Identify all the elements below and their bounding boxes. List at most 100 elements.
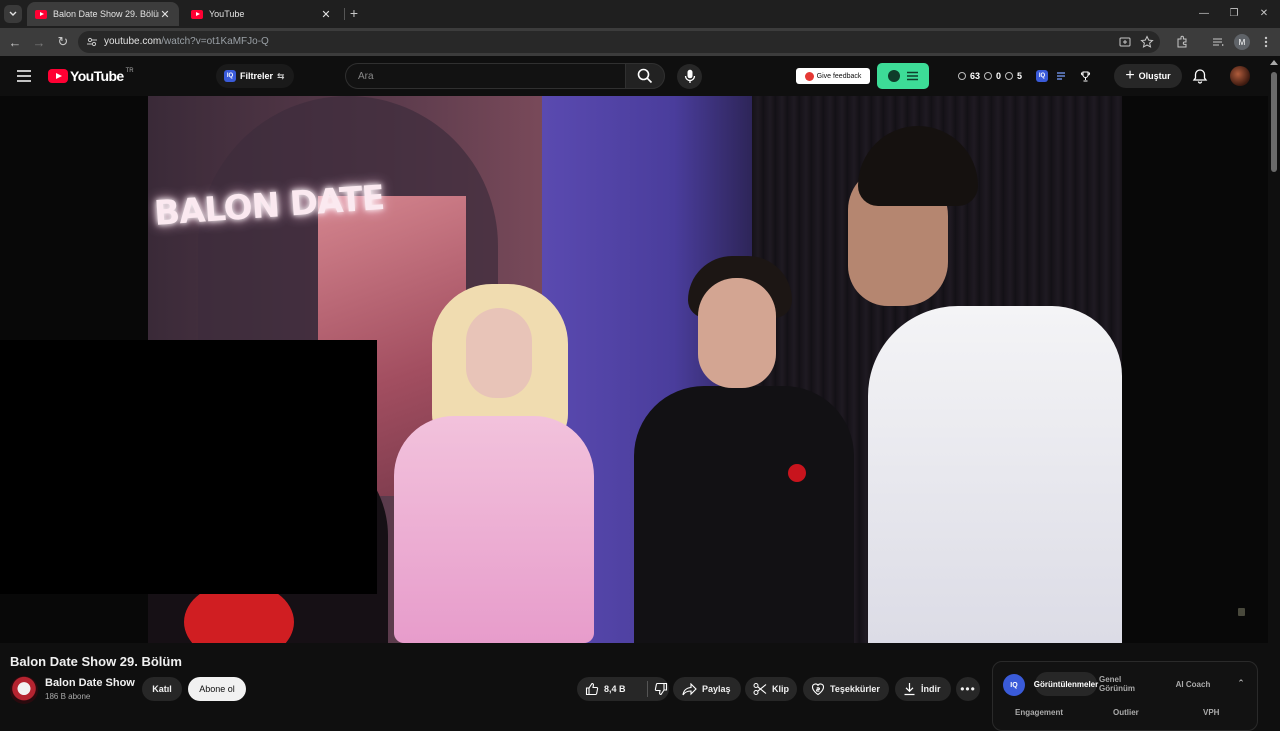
redacted-overlay bbox=[0, 340, 377, 594]
filters-button[interactable]: IQ Filtreler ⇆ bbox=[216, 64, 294, 88]
reload-icon[interactable]: ↻ bbox=[55, 34, 71, 50]
column-outlier: Outlier bbox=[1113, 708, 1139, 717]
tab-divider bbox=[344, 8, 345, 20]
column-engagement: Engagement bbox=[1015, 708, 1064, 717]
minimize-window-icon[interactable]: — bbox=[1196, 6, 1212, 20]
page-scrollbar[interactable] bbox=[1268, 56, 1280, 720]
views-icon bbox=[984, 72, 993, 80]
scissors-icon bbox=[753, 683, 767, 695]
trash-icon[interactable] bbox=[1238, 608, 1245, 616]
stat-views: 0 bbox=[996, 71, 1002, 81]
eye-icon bbox=[1005, 72, 1014, 80]
filters-label: Filtreler bbox=[240, 71, 274, 81]
browser-tab[interactable]: YouTube ✕ bbox=[183, 2, 340, 26]
channel-avatar[interactable] bbox=[10, 676, 38, 704]
search-box bbox=[345, 63, 625, 89]
vidiq-logo-icon: IQ bbox=[1003, 674, 1025, 696]
share-arrow-icon bbox=[682, 682, 697, 695]
youtube-masthead: YouTube TR IQ Filtreler ⇆ Give feedback … bbox=[0, 56, 1280, 96]
chevron-up-icon[interactable]: ⌃ bbox=[1235, 678, 1247, 690]
column-vph: VPH bbox=[1203, 708, 1220, 717]
youtube-play-logo-icon bbox=[48, 69, 68, 83]
download-icon bbox=[904, 683, 915, 696]
give-feedback-label: Give feedback bbox=[816, 72, 862, 80]
tab-views[interactable]: Görüntülenmeler bbox=[1034, 672, 1098, 696]
tab-title: YouTube bbox=[209, 9, 245, 19]
like-button[interactable]: 8,4 B bbox=[585, 682, 641, 696]
filter-toggle-icon: ⇆ bbox=[277, 70, 285, 81]
join-button[interactable]: Katıl bbox=[142, 677, 182, 701]
subscriber-count: 186 B abone bbox=[45, 692, 91, 701]
tab-title: Balon Date Show 29. Bölüm - Y bbox=[53, 9, 159, 19]
bookmark-star-icon[interactable] bbox=[1140, 35, 1154, 49]
vidiq-stats: 63 0 5 IQ bbox=[958, 70, 1091, 82]
youtube-favicon-icon bbox=[35, 9, 47, 19]
tab-search-button[interactable] bbox=[4, 5, 22, 23]
back-arrow-icon[interactable]: ← bbox=[7, 34, 23, 50]
microphone-icon bbox=[684, 69, 695, 83]
user-avatar[interactable] bbox=[1230, 66, 1250, 86]
download-label: İndir bbox=[921, 684, 941, 694]
green-extension-button[interactable] bbox=[877, 63, 929, 89]
create-button[interactable]: + Oluştur bbox=[1114, 64, 1182, 88]
vidiq-icon[interactable]: IQ bbox=[1036, 70, 1049, 82]
scrollbar-thumb[interactable] bbox=[1271, 72, 1277, 172]
search-button[interactable] bbox=[625, 63, 665, 89]
thumbs-up-icon bbox=[585, 682, 599, 696]
restore-window-icon[interactable]: ❐ bbox=[1226, 6, 1242, 20]
dislike-button[interactable] bbox=[654, 682, 668, 696]
country-code: TR bbox=[125, 68, 134, 74]
tab-ai-coach[interactable]: AI Coach bbox=[1165, 672, 1221, 696]
close-tab-icon[interactable]: ✕ bbox=[159, 8, 171, 21]
address-bar[interactable]: youtube.com/watch?v=ot1KaMFJo-Q bbox=[78, 31, 1160, 53]
like-dislike-group: 8,4 B bbox=[577, 677, 669, 701]
give-feedback-button[interactable]: Give feedback bbox=[796, 68, 870, 84]
clock-icon bbox=[958, 72, 966, 80]
youtube-logo[interactable]: YouTube TR bbox=[48, 68, 134, 84]
hamburger-menu-icon[interactable] bbox=[16, 69, 32, 83]
share-button[interactable]: Paylaş bbox=[673, 677, 741, 701]
install-app-icon[interactable] bbox=[1118, 35, 1132, 49]
forward-arrow-icon[interactable]: → bbox=[31, 34, 47, 50]
stat-eye: 5 bbox=[1017, 71, 1023, 81]
clip-label: Klip bbox=[772, 684, 789, 694]
vidiq-icon: IQ bbox=[224, 70, 236, 82]
close-window-icon[interactable]: ✕ bbox=[1256, 6, 1272, 20]
channel-name[interactable]: Balon Date Show bbox=[45, 677, 135, 689]
extension-logo-icon bbox=[887, 70, 900, 82]
media-controls-icon[interactable] bbox=[1211, 35, 1225, 49]
thumbs-down-icon bbox=[654, 682, 668, 696]
trophy-icon[interactable] bbox=[1080, 71, 1091, 82]
vidiq-side-panel: IQ Görüntülenmeler Genel Görünüm AI Coac… bbox=[992, 661, 1258, 731]
extensions-puzzle-icon[interactable] bbox=[1175, 35, 1189, 49]
woman-pink-dress bbox=[394, 416, 594, 643]
tab-overview[interactable]: Genel Görünüm bbox=[1099, 672, 1157, 696]
close-tab-icon[interactable]: ✕ bbox=[320, 8, 332, 21]
scroll-up-arrow-icon[interactable] bbox=[1270, 60, 1278, 65]
browser-toolbar: ← → ↻ youtube.com/watch?v=ot1KaMFJo-Q M bbox=[0, 28, 1280, 56]
download-button[interactable]: İndir bbox=[895, 677, 951, 701]
site-info-icon[interactable] bbox=[86, 36, 98, 48]
browser-tab-active[interactable]: Balon Date Show 29. Bölüm - Y ✕ bbox=[27, 2, 179, 26]
list-icon[interactable] bbox=[1056, 71, 1066, 81]
video-player[interactable]: BALON DATE bbox=[0, 96, 1268, 643]
browser-profile-avatar[interactable]: M bbox=[1234, 34, 1250, 50]
search-input[interactable] bbox=[358, 64, 618, 88]
notifications-bell-icon[interactable] bbox=[1192, 68, 1208, 84]
browser-tab-strip: Balon Date Show 29. Bölüm - Y ✕ YouTube … bbox=[0, 0, 1280, 28]
browser-menu-icon[interactable] bbox=[1259, 35, 1273, 49]
url-host: youtube.com bbox=[104, 36, 162, 47]
subscribe-button[interactable]: Abone ol bbox=[188, 677, 246, 701]
rose-boutonniere bbox=[788, 464, 806, 482]
voice-search-button[interactable] bbox=[677, 64, 702, 89]
thanks-button[interactable]: Teşekkürler bbox=[803, 677, 889, 701]
search-icon bbox=[637, 68, 653, 84]
stat-time: 63 bbox=[970, 71, 981, 81]
thanks-label: Teşekkürler bbox=[830, 684, 880, 694]
clip-button[interactable]: Klip bbox=[745, 677, 797, 701]
more-actions-button[interactable]: ••• bbox=[956, 677, 980, 701]
new-tab-button[interactable]: + bbox=[347, 6, 361, 20]
man-black-suit bbox=[634, 386, 854, 643]
feedback-icon bbox=[804, 71, 814, 81]
youtube-favicon-icon bbox=[191, 9, 203, 19]
